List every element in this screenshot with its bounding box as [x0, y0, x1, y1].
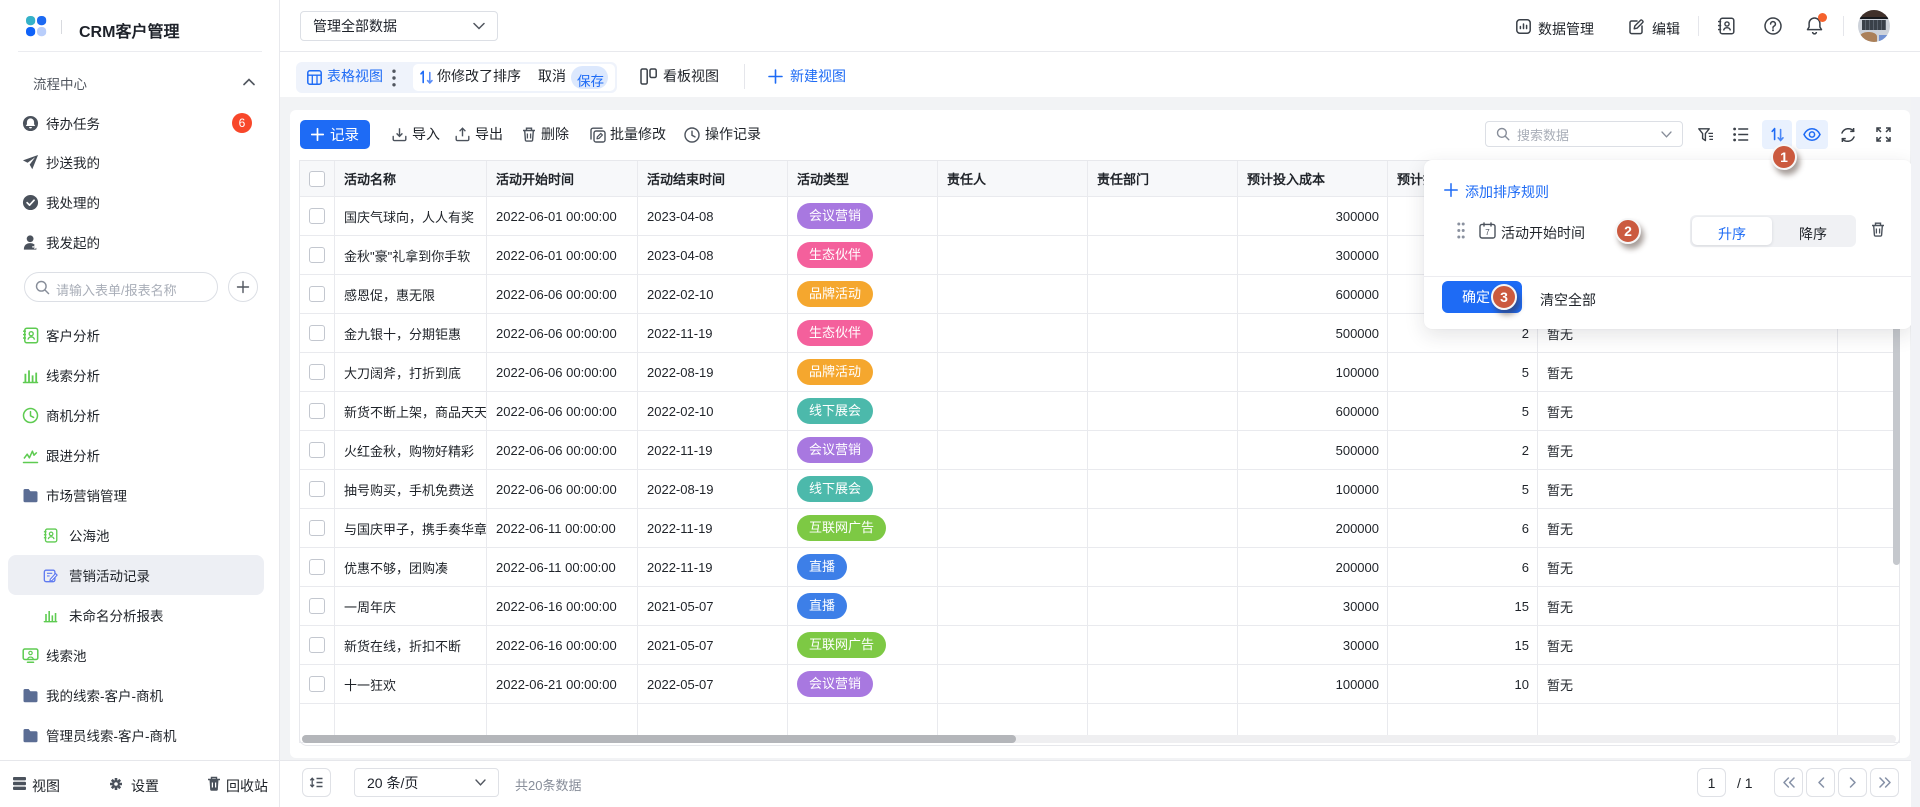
svg-text:7: 7 [1485, 228, 1490, 237]
